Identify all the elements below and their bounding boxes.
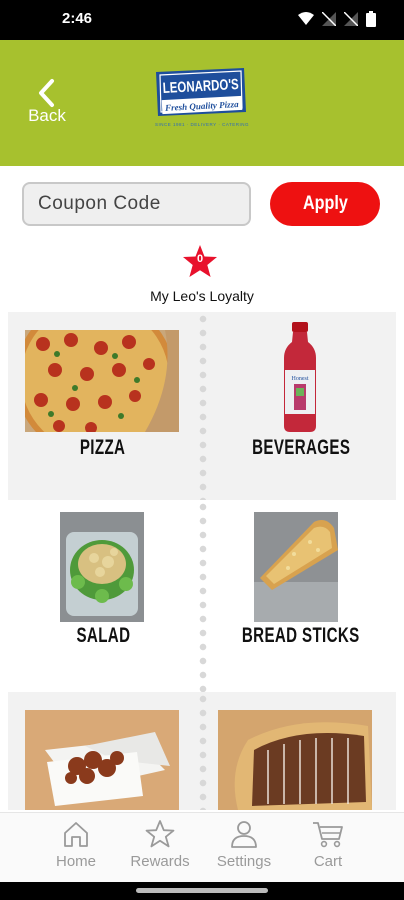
chevron-left-icon (39, 79, 54, 107)
loyalty-points: 0 (196, 253, 204, 265)
no-signal-icon (322, 12, 336, 26)
nav-home[interactable]: Home (34, 819, 118, 870)
category-label: BREAD STICKS (242, 624, 360, 647)
category-label: SALAD (76, 624, 130, 647)
salad-photo (60, 512, 144, 622)
home-icon (64, 822, 88, 847)
nav-label: Home (55, 853, 96, 870)
wings-photo (25, 710, 179, 810)
category-row (8, 692, 396, 810)
svg-text:Honest: Honest (292, 376, 309, 382)
battery-icon (366, 11, 376, 27)
category-row: PIZZA Honest BEVERAGES (8, 312, 396, 500)
back-label: Back (28, 106, 66, 125)
app-header: Back LEONARDO'S Fresh Quality Pizza SINC… (0, 40, 404, 166)
no-signal-icon-2 (344, 12, 358, 26)
cart-icon (313, 822, 343, 848)
category-pizza[interactable]: PIZZA (8, 312, 198, 500)
home-gesture-handle[interactable] (136, 888, 268, 893)
category-label: BEVERAGES (251, 436, 351, 459)
apply-coupon-button[interactable]: Apply (270, 182, 380, 226)
bottled-drink-photo: Honest (284, 322, 316, 432)
category-dessert[interactable] (206, 692, 396, 810)
loyalty-label: My Leo's Loyalty (150, 288, 254, 304)
menu-category-grid: PIZZA Honest BEVERAGES SALAD BREAD STICK… (8, 312, 396, 810)
svg-text:SINCE 1981 · DELIVERY · CATERI: SINCE 1981 · DELIVERY · CATERING (155, 122, 249, 127)
category-salad[interactable]: SALAD (8, 500, 198, 692)
leonardos-logo: LEONARDO'S Fresh Quality Pizza SINCE 198… (155, 68, 249, 127)
bottom-navigation: Home Rewards Settings Cart (0, 812, 404, 883)
loyalty-widget[interactable]: 0 My Leo's Loyalty (0, 240, 404, 310)
breadstick-photo (254, 512, 338, 622)
nav-label: Settings (216, 853, 272, 870)
wifi-icon (298, 12, 314, 25)
coupon-code-input[interactable] (22, 182, 251, 226)
status-time: 2:46 (62, 10, 93, 27)
category-bread-sticks[interactable]: BREAD STICKS (206, 500, 396, 692)
nav-settings[interactable]: Settings (202, 819, 286, 870)
category-label: PIZZA (80, 436, 126, 459)
star-icon (145, 820, 175, 848)
nav-label: Cart (313, 853, 343, 870)
pizza-photo (25, 330, 179, 432)
nav-label: Rewards (130, 853, 190, 870)
status-icons (298, 11, 376, 27)
nav-cart[interactable]: Cart (286, 819, 370, 870)
apply-button-label: Apply (302, 193, 348, 214)
system-gesture-bar (0, 882, 404, 900)
category-beverages[interactable]: Honest BEVERAGES (206, 312, 396, 500)
nav-rewards[interactable]: Rewards (118, 819, 202, 870)
user-icon (231, 821, 257, 848)
back-button[interactable]: Back (22, 78, 72, 134)
category-row: SALAD BREAD STICKS (8, 500, 396, 692)
category-wings[interactable] (8, 692, 198, 810)
dessert-bread-photo (218, 710, 372, 810)
status-bar: 2:46 (0, 0, 404, 40)
